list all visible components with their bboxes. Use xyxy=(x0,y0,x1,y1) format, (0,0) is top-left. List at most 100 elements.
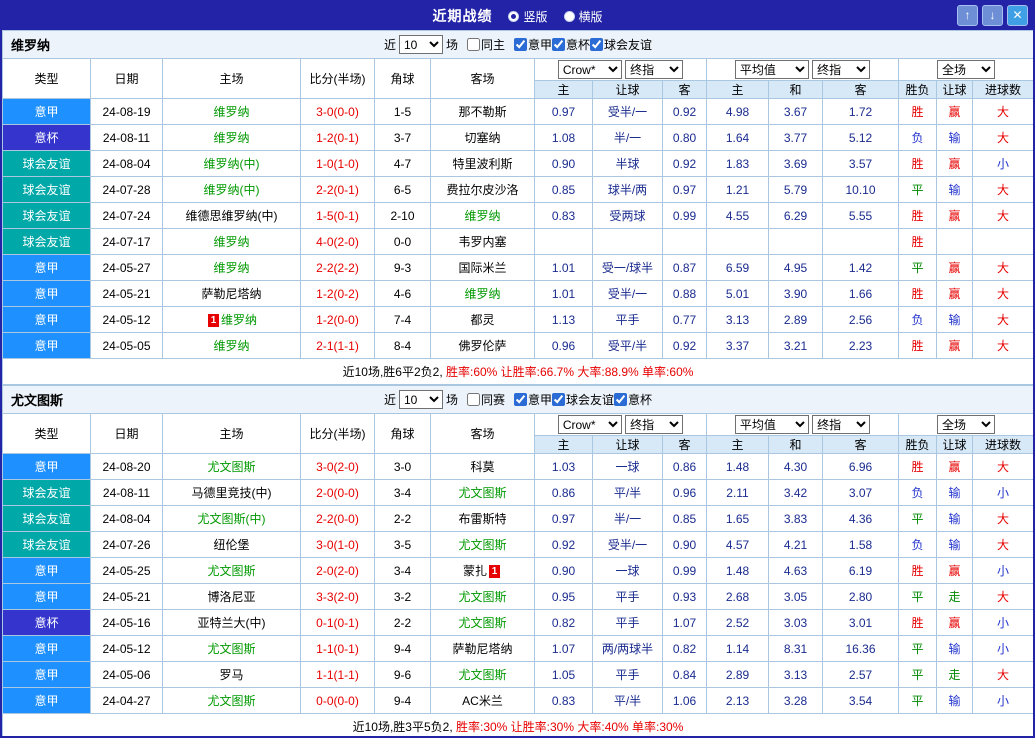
avg-draw xyxy=(768,228,823,255)
filter-league-2-checkbox[interactable] xyxy=(590,38,604,51)
match-row: 球会友谊 24-08-04 维罗纳(中) 1-0(1-0) 4-7 特里波利斯 0.90 半球… xyxy=(2,150,1033,177)
home-team: 萨勒尼塔纳 xyxy=(162,280,301,307)
odds-stage-select[interactable]: 终指 xyxy=(625,60,684,79)
odds-home: 0.82 xyxy=(534,609,593,636)
column-header: 胜负 xyxy=(898,435,937,454)
filter-same[interactable]: 同赛 xyxy=(467,391,505,408)
odds-away: 0.80 xyxy=(662,124,707,151)
match-score: 3-0(2-0) xyxy=(300,453,375,480)
recent-count-select[interactable]: 10 xyxy=(398,35,443,54)
away-team: 布雷斯特 xyxy=(430,505,535,532)
match-score: 1-2(0-1) xyxy=(300,124,375,151)
section-summary: 近10场,胜6平2负2, 胜率:60% 让胜率:66.7% 大率:88.9% 单… xyxy=(2,358,1033,385)
odds-away: 0.88 xyxy=(662,280,707,307)
layout-radio-horizontal[interactable]: 横版 xyxy=(563,8,603,25)
odds-handicap: 平手 xyxy=(592,661,663,688)
filter-league-0[interactable]: 意甲 xyxy=(514,36,552,53)
result-handicap: 走 xyxy=(936,661,973,688)
filter-league-0-checkbox[interactable] xyxy=(514,393,528,406)
filter-league-1-checkbox[interactable] xyxy=(552,393,566,406)
filter-league-1[interactable]: 意杯 xyxy=(552,36,590,53)
column-header: 角球 xyxy=(374,58,431,99)
away-team: 韦罗内塞 xyxy=(430,228,535,255)
avg-draw: 5.79 xyxy=(768,176,823,203)
scope-select[interactable]: 全场 xyxy=(937,60,996,79)
result-handicap: 赢 xyxy=(936,202,973,229)
result-handicap: 输 xyxy=(936,124,973,151)
close-icon[interactable]: ✕ xyxy=(1007,5,1028,26)
avg-draw: 3.90 xyxy=(768,280,823,307)
summary-row: 近10场,胜3平5负2, 胜率:30% 让胜率:30% 大率:40% 单率:30… xyxy=(2,713,1033,736)
avg-draw: 6.29 xyxy=(768,202,823,229)
filter-same-checkbox[interactable] xyxy=(467,393,480,406)
league-type-badge: 球会友谊 xyxy=(2,531,91,558)
layout-radio-vertical[interactable]: 竖版 xyxy=(508,8,548,25)
league-type-badge: 意杯 xyxy=(2,124,91,151)
league-type-badge: 意甲 xyxy=(2,557,91,584)
match-score: 0-0(0-0) xyxy=(300,687,375,714)
filter-league-2[interactable]: 意杯 xyxy=(614,391,652,408)
scroll-up-icon[interactable]: ↑ xyxy=(957,5,978,26)
away-team: 都灵 xyxy=(430,306,535,333)
league-filter-group: 意甲 球会友谊 意杯 xyxy=(514,391,652,408)
result-goals: 大 xyxy=(971,661,1033,688)
scope-select[interactable]: 全场 xyxy=(937,415,996,434)
team-results-table: 尤文图斯近 10 场同赛 意甲 球会友谊 意杯 类型 日期 主场 比分(半场) 角球 客场 Crow* … xyxy=(2,385,1033,736)
filter-league-2-checkbox[interactable] xyxy=(614,393,628,406)
column-header: 进球数 xyxy=(971,80,1033,99)
corner-score: 3-2 xyxy=(374,583,431,610)
filter-league-0[interactable]: 意甲 xyxy=(514,391,552,408)
near-label: 近 xyxy=(383,393,396,407)
odds-away: 1.06 xyxy=(662,687,707,714)
avg-home: 5.01 xyxy=(706,280,769,307)
column-header: 客 xyxy=(822,80,899,99)
odds-away: 0.92 xyxy=(662,150,707,177)
league-type-badge: 意甲 xyxy=(2,583,91,610)
corner-score: 8-4 xyxy=(374,332,431,359)
odds-handicap: 平/半 xyxy=(592,479,663,506)
home-team: 尤文图斯 xyxy=(162,453,301,480)
result-handicap: 输 xyxy=(936,306,973,333)
avg-stage-select[interactable]: 终指 xyxy=(812,60,871,79)
odds-stage-select[interactable]: 终指 xyxy=(625,415,684,434)
avg-source-select[interactable]: 平均值 xyxy=(734,415,809,434)
avg-home: 1.21 xyxy=(706,176,769,203)
match-date: 24-08-19 xyxy=(90,98,163,125)
odds-handicap: 半/一 xyxy=(592,505,663,532)
result-goals: 大 xyxy=(971,254,1033,281)
filter-league-2[interactable]: 球会友谊 xyxy=(590,36,652,53)
games-label: 场 xyxy=(445,38,458,52)
avg-stage-select[interactable]: 终指 xyxy=(812,415,871,434)
filter-league-0-checkbox[interactable] xyxy=(514,38,528,51)
recent-count-select[interactable]: 10 xyxy=(398,390,443,409)
avg-home: 2.52 xyxy=(706,609,769,636)
odds-company-select[interactable]: Crow* xyxy=(557,60,622,79)
odds-away: 0.93 xyxy=(662,583,707,610)
filter-league-1-checkbox[interactable] xyxy=(552,38,566,51)
avg-draw: 4.63 xyxy=(768,557,823,584)
result-handicap: 输 xyxy=(936,479,973,506)
avg-home: 6.59 xyxy=(706,254,769,281)
result-handicap: 输 xyxy=(936,176,973,203)
odds-handicap: 受两球 xyxy=(592,202,663,229)
avg-source-select[interactable]: 平均值 xyxy=(734,60,809,79)
match-row: 意杯 24-08-11 维罗纳 1-2(0-1) 3-7 切塞纳 1.08 半/一 0.80 1.… xyxy=(2,124,1033,151)
filter-same-checkbox[interactable] xyxy=(467,38,480,51)
column-header: 主场 xyxy=(162,58,301,99)
odds-home: 0.83 xyxy=(534,687,593,714)
filter-league-1[interactable]: 球会友谊 xyxy=(552,391,614,408)
filter-same[interactable]: 同主 xyxy=(467,36,505,53)
odds-company-select[interactable]: Crow* xyxy=(557,415,622,434)
odds-away: 0.82 xyxy=(662,635,707,662)
match-score: 1-2(0-0) xyxy=(300,306,375,333)
match-row: 意甲 24-05-25 尤文图斯 2-0(2-0) 3-4 蒙扎 1 0.90 一球 0.99 1.… xyxy=(2,557,1033,584)
odds-handicap: 平手 xyxy=(592,609,663,636)
scroll-down-icon[interactable]: ↓ xyxy=(982,5,1003,26)
scope-dropdown-cell: 全场 xyxy=(897,413,1033,436)
avg-home: 2.13 xyxy=(706,687,769,714)
result-win-loss: 胜 xyxy=(898,280,937,307)
avg-away: 2.57 xyxy=(822,661,899,688)
match-date: 24-05-05 xyxy=(90,332,163,359)
away-team: 尤文图斯 xyxy=(430,531,535,558)
match-row: 球会友谊 24-07-28 维罗纳(中) 2-2(0-1) 6-5 费拉尔皮沙洛 0.85 球… xyxy=(2,176,1033,203)
